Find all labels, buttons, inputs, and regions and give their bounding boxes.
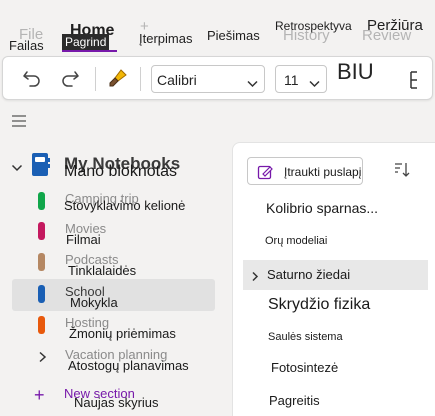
undo-icon[interactable]	[21, 67, 43, 89]
plus-icon: +	[34, 385, 45, 405]
section-label: Tinklalaidės	[68, 263, 137, 278]
format-painter-icon[interactable]	[107, 67, 129, 89]
section-label: Mokykla	[70, 295, 118, 310]
font-name-select[interactable]: Calibri	[151, 65, 265, 93]
section-label: Filmai	[66, 232, 101, 247]
chevron-right-icon[interactable]	[251, 269, 259, 287]
page-title: Orų modeliai	[265, 235, 328, 247]
page-title: Skrydžio fizika	[268, 296, 371, 313]
ribbon-toolbar: Calibri 11 BIU	[2, 56, 433, 100]
redo-icon[interactable]	[59, 67, 81, 89]
toolbar-separator	[95, 67, 96, 91]
section-item-selected[interactable]: School Mokykla	[12, 279, 215, 311]
section-label: Atostogų planavimas	[68, 358, 189, 373]
section-label: Žmonių priėmimas	[69, 326, 176, 341]
page-item[interactable]: Skrydžio fizika	[243, 291, 428, 321]
new-section-label: Naujas skyrius	[74, 395, 159, 410]
page-title: Fotosintezė	[271, 360, 339, 375]
page-item-selected[interactable]: Saturno žiedai	[243, 260, 428, 290]
page-item[interactable]: Saulės sistema	[243, 323, 428, 353]
tab-insert[interactable]: Įterpimas	[139, 31, 192, 46]
active-tab-indicator	[62, 50, 117, 52]
page-title: Saturno žiedai	[267, 267, 351, 282]
page-title: Kolibrio sparnas...	[266, 200, 379, 216]
page-item[interactable]: Orų modeliai	[243, 227, 428, 257]
chevron-right-icon[interactable]	[38, 350, 47, 368]
section-color-tab	[38, 222, 45, 240]
tab-history[interactable]: Retrospektyva	[275, 19, 352, 33]
tab-file[interactable]: Failas	[9, 38, 44, 53]
section-item[interactable]: Camping trip Stovyklavimo kelionė	[12, 186, 215, 218]
bold-italic-underline-buttons[interactable]: BIU	[337, 59, 374, 85]
sort-icon[interactable]	[393, 161, 411, 184]
add-page-label: Įtraukti puslapį	[284, 165, 362, 179]
page-item[interactable]: Kolibrio sparnas...	[243, 193, 428, 223]
page-item[interactable]: Fotosintezė	[243, 354, 428, 384]
chevron-down-icon	[309, 75, 320, 93]
new-section-button[interactable]: + New section Naujas skyrius	[34, 383, 214, 413]
add-page-icon	[257, 163, 275, 186]
section-group-item[interactable]: Vacation planning Atostogų planavimas	[12, 342, 215, 374]
font-name-value: Calibri	[157, 72, 197, 88]
section-color-tab	[38, 253, 45, 271]
notebook-title[interactable]: Mano bloknotas	[64, 163, 177, 181]
section-item[interactable]: Movies Filmai	[12, 216, 215, 248]
list-icon[interactable]	[409, 69, 421, 96]
font-size-select[interactable]: 11	[275, 65, 327, 93]
navigation-menu-icon[interactable]	[11, 114, 27, 133]
section-label: Stovyklavimo kelionė	[64, 198, 186, 213]
section-item[interactable]: Hosting Žmonių priėmimas	[12, 310, 215, 342]
tab-review[interactable]: Peržiūra	[367, 17, 423, 34]
toolbar-separator	[140, 67, 141, 91]
page-item[interactable]: Pagreitis	[243, 386, 428, 416]
tab-home[interactable]: Pagrind	[62, 34, 110, 50]
add-page-button[interactable]: Įtraukti puslapį	[247, 157, 363, 185]
section-color-tab	[38, 285, 45, 303]
section-color-tab	[38, 316, 45, 334]
section-color-tab	[38, 192, 45, 210]
page-title: Pagreitis	[269, 393, 320, 408]
page-title: Saulės sistema	[268, 331, 343, 343]
font-size-value: 11	[284, 72, 299, 88]
chevron-down-icon	[247, 75, 258, 93]
chevron-down-icon[interactable]	[11, 160, 23, 178]
section-item[interactable]: Podcasts Tinklalaidės	[12, 247, 215, 279]
page-list-pane: Įtraukti puslapį Kolibrio sparnas... Orų…	[232, 142, 435, 416]
tab-draw[interactable]: Piešimas	[207, 28, 260, 43]
notebook-icon	[30, 152, 50, 183]
ribbon-tabs: File Failas Home Pagrind + Įterpimas Pie…	[0, 0, 435, 54]
